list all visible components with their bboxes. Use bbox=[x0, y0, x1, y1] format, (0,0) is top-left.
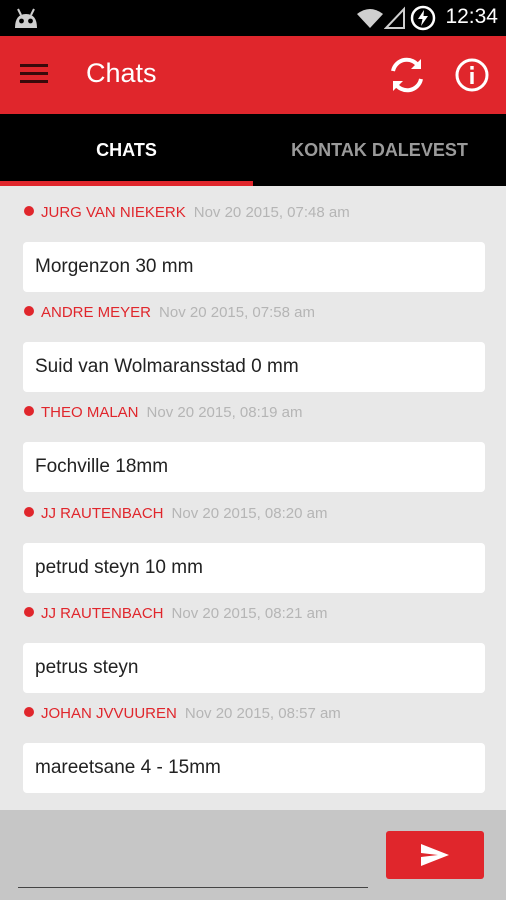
signal-icon bbox=[384, 6, 405, 29]
tab-chats[interactable]: CHATS bbox=[0, 114, 253, 186]
message-header: JURG VAN NIEKERK Nov 20 2015, 07:48 am bbox=[24, 202, 350, 224]
sender-name: JJ RAUTENBACH bbox=[41, 605, 164, 622]
status-bar: 12:34 bbox=[0, 0, 506, 36]
status-dot bbox=[24, 606, 34, 617]
sender-name: JJ RAUTENBACH bbox=[41, 505, 164, 522]
info-icon[interactable] bbox=[454, 57, 490, 93]
message-bubble: Morgenzon 30 mm bbox=[23, 242, 485, 292]
message-header: JJ RAUTENBACH Nov 20 2015, 08:21 am bbox=[24, 603, 327, 625]
message-header: THEO MALAN Nov 20 2015, 08:19 am bbox=[24, 402, 302, 424]
status-dot bbox=[24, 205, 34, 216]
status-time: 12:34 bbox=[445, 5, 498, 28]
tab-kontak-dalevest[interactable]: KONTAK DALEVEST bbox=[253, 114, 506, 186]
send-button[interactable] bbox=[386, 831, 484, 879]
status-dot bbox=[24, 405, 34, 416]
battery-icon bbox=[410, 5, 436, 31]
sender-name: JURG VAN NIEKERK bbox=[41, 204, 186, 221]
send-icon bbox=[421, 844, 449, 866]
sender-name: THEO MALAN bbox=[41, 404, 139, 421]
sender-name: JOHAN JVVUUREN bbox=[41, 705, 177, 722]
message-header: JOHAN JVVUUREN Nov 20 2015, 08:57 am bbox=[24, 703, 341, 725]
message-input[interactable] bbox=[18, 830, 368, 888]
message-time: Nov 20 2015, 07:58 am bbox=[159, 304, 315, 321]
tab-bar: CHATS KONTAK DALEVEST bbox=[0, 114, 506, 186]
sender-name: ANDRE MEYER bbox=[41, 304, 152, 321]
message-time: Nov 20 2015, 08:19 am bbox=[146, 404, 303, 421]
message-bubble: Fochville 18mm bbox=[23, 442, 485, 492]
refresh-icon[interactable] bbox=[387, 55, 427, 95]
message-composer bbox=[0, 810, 506, 900]
message-time: Nov 20 2015, 08:21 am bbox=[171, 605, 328, 622]
message-bubble: Suid van Wolmaransstad 0 mm bbox=[23, 342, 485, 392]
menu-icon[interactable] bbox=[20, 59, 60, 91]
page-title: Chats bbox=[86, 58, 157, 88]
status-dot bbox=[24, 706, 34, 717]
status-dot bbox=[24, 305, 34, 316]
android-icon bbox=[15, 8, 37, 28]
message-time: Nov 20 2015, 07:48 am bbox=[193, 204, 350, 221]
message-time: Nov 20 2015, 08:57 am bbox=[184, 705, 341, 722]
message-time: Nov 20 2015, 08:20 am bbox=[171, 505, 328, 522]
message-bubble: petrud steyn 10 mm bbox=[23, 543, 485, 593]
message-bubble: petrus steyn bbox=[23, 643, 485, 693]
app-bar: Chats bbox=[0, 36, 506, 114]
message-header: JJ RAUTENBACH Nov 20 2015, 08:20 am bbox=[24, 503, 327, 525]
message-bubble: mareetsane 4 - 15mm bbox=[23, 743, 485, 793]
status-dot bbox=[24, 506, 34, 517]
wifi-icon bbox=[357, 9, 383, 28]
message-header: ANDRE MEYER Nov 20 2015, 07:58 am bbox=[24, 302, 315, 324]
chat-list[interactable]: JURG VAN NIEKERK Nov 20 2015, 07:48 am Mo… bbox=[0, 186, 506, 810]
